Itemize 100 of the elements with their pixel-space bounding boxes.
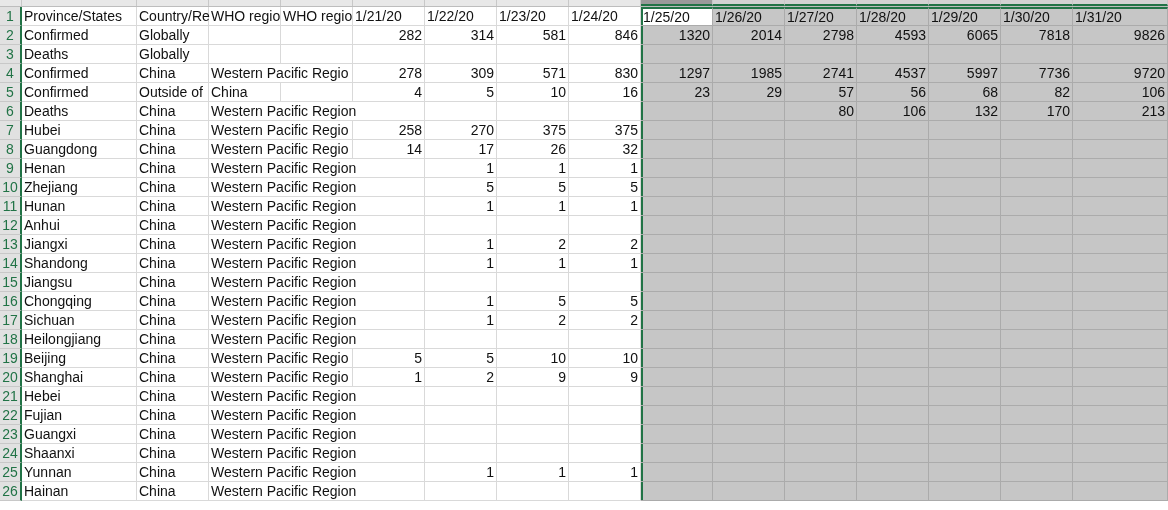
selected-cell[interactable] xyxy=(785,444,857,463)
selected-cell[interactable] xyxy=(641,330,713,349)
selected-cell[interactable] xyxy=(1073,178,1168,197)
selected-cell[interactable] xyxy=(857,140,929,159)
selected-cell[interactable] xyxy=(785,425,857,444)
empty-cell[interactable] xyxy=(281,26,353,45)
selected-cell[interactable] xyxy=(857,216,929,235)
selected-cell[interactable] xyxy=(857,121,929,140)
row-number[interactable]: 14 xyxy=(0,254,22,273)
selected-cell[interactable] xyxy=(641,425,713,444)
selected-cell[interactable] xyxy=(713,330,785,349)
empty-cell[interactable] xyxy=(425,425,497,444)
selected-cell[interactable]: 23 xyxy=(641,83,713,102)
selected-cell[interactable] xyxy=(929,254,1001,273)
selected-cell[interactable] xyxy=(929,349,1001,368)
selected-cell[interactable] xyxy=(713,159,785,178)
row-number[interactable]: 18 xyxy=(0,330,22,349)
column-header[interactable] xyxy=(1001,0,1073,6)
row-number[interactable]: 12 xyxy=(0,216,22,235)
row-number[interactable]: 8 xyxy=(0,140,22,159)
selected-cell[interactable] xyxy=(1001,368,1073,387)
row-number[interactable]: 25 xyxy=(0,463,22,482)
selected-cell[interactable] xyxy=(1073,254,1168,273)
selected-cell[interactable] xyxy=(785,330,857,349)
selected-cell[interactable] xyxy=(857,197,929,216)
selected-cell[interactable]: 57 xyxy=(785,83,857,102)
selected-cell[interactable] xyxy=(929,45,1001,64)
selected-cell[interactable] xyxy=(1073,159,1168,178)
selected-cell[interactable] xyxy=(1001,235,1073,254)
selected-cell[interactable] xyxy=(929,273,1001,292)
column-header[interactable] xyxy=(1073,0,1168,6)
selected-cell[interactable] xyxy=(929,482,1001,501)
row-number[interactable]: 4 xyxy=(0,64,22,83)
selected-cell[interactable] xyxy=(929,463,1001,482)
empty-cell[interactable] xyxy=(497,387,569,406)
selected-cell[interactable] xyxy=(1073,235,1168,254)
selected-cell[interactable] xyxy=(1001,45,1073,64)
row-number[interactable]: 23 xyxy=(0,425,22,444)
selected-cell[interactable] xyxy=(713,444,785,463)
selected-cell[interactable] xyxy=(713,216,785,235)
selected-cell[interactable] xyxy=(1073,330,1168,349)
selected-cell[interactable]: 7736 xyxy=(1001,64,1073,83)
selected-cell[interactable] xyxy=(929,235,1001,254)
row-number[interactable]: 16 xyxy=(0,292,22,311)
selected-cell[interactable] xyxy=(785,121,857,140)
selected-cell[interactable] xyxy=(1001,349,1073,368)
selected-cell[interactable] xyxy=(713,140,785,159)
selected-cell[interactable] xyxy=(785,235,857,254)
selected-cell[interactable] xyxy=(641,273,713,292)
selected-cell[interactable] xyxy=(713,178,785,197)
selected-cell[interactable] xyxy=(1001,140,1073,159)
row-number[interactable]: 3 xyxy=(0,45,22,64)
empty-cell[interactable] xyxy=(497,425,569,444)
selected-cell[interactable] xyxy=(713,425,785,444)
selected-cell[interactable] xyxy=(641,216,713,235)
selected-cell[interactable] xyxy=(857,444,929,463)
empty-cell[interactable] xyxy=(425,444,497,463)
selected-cell[interactable] xyxy=(929,216,1001,235)
empty-cell[interactable] xyxy=(425,482,497,501)
selected-cell[interactable]: 132 xyxy=(929,102,1001,121)
selected-cell[interactable]: 1/28/20 xyxy=(857,7,929,26)
selected-cell[interactable]: 80 xyxy=(785,102,857,121)
selected-cell[interactable]: 1/30/20 xyxy=(1001,7,1073,26)
selected-cell[interactable] xyxy=(641,482,713,501)
selected-cell[interactable]: 4537 xyxy=(857,64,929,83)
selected-cell[interactable] xyxy=(641,387,713,406)
selected-cell[interactable] xyxy=(1001,311,1073,330)
row-number[interactable]: 10 xyxy=(0,178,22,197)
selected-cell[interactable] xyxy=(857,178,929,197)
selected-cell[interactable] xyxy=(713,387,785,406)
selected-cell[interactable] xyxy=(641,121,713,140)
selected-cell[interactable] xyxy=(1001,197,1073,216)
selected-cell[interactable] xyxy=(785,311,857,330)
row-number[interactable]: 17 xyxy=(0,311,22,330)
selected-cell[interactable] xyxy=(641,349,713,368)
selected-cell[interactable] xyxy=(929,178,1001,197)
row-number[interactable]: 2 xyxy=(0,26,22,45)
selected-cell[interactable] xyxy=(1001,178,1073,197)
selected-cell[interactable] xyxy=(1073,216,1168,235)
column-header[interactable] xyxy=(713,0,785,6)
row-number[interactable]: 22 xyxy=(0,406,22,425)
selected-cell[interactable] xyxy=(1001,121,1073,140)
selected-cell[interactable] xyxy=(1001,273,1073,292)
selected-cell[interactable] xyxy=(785,387,857,406)
selected-cell[interactable]: 9720 xyxy=(1073,64,1168,83)
empty-cell[interactable] xyxy=(497,406,569,425)
selected-cell[interactable] xyxy=(713,254,785,273)
column-header[interactable] xyxy=(785,0,857,6)
selected-cell[interactable] xyxy=(713,311,785,330)
selected-cell[interactable] xyxy=(1001,463,1073,482)
selected-cell[interactable] xyxy=(857,368,929,387)
selected-cell[interactable] xyxy=(1001,254,1073,273)
selected-cell[interactable] xyxy=(785,254,857,273)
selected-cell[interactable]: 1297 xyxy=(641,64,713,83)
selected-cell[interactable] xyxy=(641,406,713,425)
row-number[interactable]: 6 xyxy=(0,102,22,121)
selected-cell[interactable] xyxy=(857,406,929,425)
selected-cell[interactable]: 68 xyxy=(929,83,1001,102)
selected-cell[interactable] xyxy=(1073,311,1168,330)
selected-cell[interactable] xyxy=(785,406,857,425)
